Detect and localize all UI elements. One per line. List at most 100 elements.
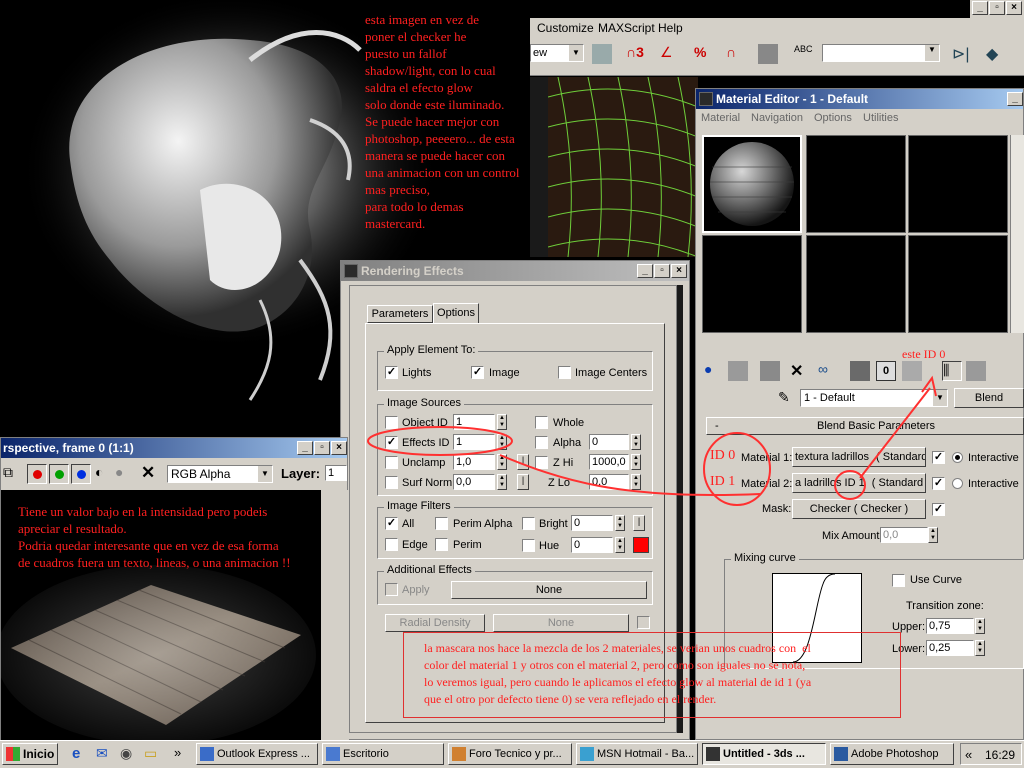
close-button[interactable]: ×	[671, 264, 687, 278]
get-material-icon[interactable]: ●	[704, 361, 724, 381]
ie-icon[interactable]: e	[72, 745, 92, 765]
task-escritorio[interactable]: Escritorio	[322, 743, 444, 765]
material-editor-titlebar[interactable]: Material Editor - 1 - Default	[696, 89, 1023, 109]
put-to-scene-icon[interactable]	[728, 361, 748, 381]
effects-id-checkbox[interactable]: ✓	[385, 436, 398, 449]
unclamp-spinner[interactable]: ▲ ▼	[497, 454, 507, 470]
mask-enable-checkbox[interactable]: ✓	[932, 503, 945, 516]
radial-density-button[interactable]: Radial Density	[385, 614, 485, 632]
slot-scrollbar[interactable]	[1010, 135, 1024, 333]
minimize-button[interactable]: _	[637, 264, 653, 278]
task-outlook[interactable]: Outlook Express ...	[196, 743, 318, 765]
unclamp-pick-button[interactable]: |	[517, 454, 529, 470]
mask-button[interactable]: Checker ( Checker )	[792, 499, 926, 519]
tab-parameters[interactable]: Parameters	[367, 305, 433, 323]
hue-checkbox[interactable]	[522, 539, 535, 552]
radial-checkbox[interactable]	[637, 616, 650, 629]
menu-material[interactable]: Material	[701, 112, 740, 124]
material1-enable-checkbox[interactable]: ✓	[932, 451, 945, 464]
object-id-field[interactable]: 1	[453, 414, 495, 430]
mirror-icon[interactable]: ⊳|	[952, 44, 972, 64]
sample-slot-3[interactable]	[908, 135, 1008, 233]
quicklaunch-chevron[interactable]: »	[174, 745, 181, 760]
tray-chevron[interactable]: «	[965, 747, 972, 762]
zhi-spinner[interactable]: ▲ ▼	[631, 454, 641, 470]
apply-checkbox[interactable]	[385, 583, 398, 596]
go-sibling-icon[interactable]	[966, 361, 986, 381]
maximize-button[interactable]: ▫	[314, 441, 330, 455]
alpha-checkbox[interactable]	[535, 436, 548, 449]
pick-material-icon[interactable]: ✎	[778, 389, 798, 409]
spinner-snap-icon[interactable]: ∩	[726, 44, 746, 64]
effects-id-field[interactable]: 1	[453, 434, 495, 450]
object-id-checkbox[interactable]	[385, 416, 398, 429]
close-button[interactable]: ×	[331, 441, 347, 455]
bright-pick-button[interactable]: |	[633, 515, 645, 531]
snap-3-icon[interactable]: ∩3	[626, 44, 646, 64]
align-icon[interactable]: ◆	[986, 44, 1006, 64]
material2-button[interactable]: a ladrillos ID 1 ( Standard )	[792, 473, 926, 493]
mono-icon[interactable]: ●	[115, 464, 135, 484]
material2-enable-checkbox[interactable]: ✓	[932, 477, 945, 490]
perim-checkbox[interactable]	[435, 538, 448, 551]
lower-field[interactable]: 0,25	[926, 640, 974, 656]
clear-icon[interactable]: ✕	[141, 463, 161, 483]
show-map-icon[interactable]	[902, 361, 922, 381]
minimize-button[interactable]: _	[1007, 92, 1023, 106]
alpha-spinner[interactable]: ▲ ▼	[631, 434, 641, 450]
outlook-icon[interactable]: ✉	[96, 745, 116, 765]
object-id-spinner[interactable]: ▲ ▼	[497, 414, 507, 430]
tab-options[interactable]: Options	[433, 303, 479, 323]
folder-icon[interactable]: ▭	[144, 745, 164, 765]
material1-button[interactable]: textura ladrillos ( Standard )	[792, 447, 926, 467]
alpha-field[interactable]: 0	[589, 434, 629, 450]
bright-checkbox[interactable]	[522, 517, 535, 530]
start-button[interactable]: Inicio	[2, 743, 58, 765]
surf-norm-field[interactable]: 0,0	[453, 474, 495, 490]
maximize-button[interactable]: ▫	[654, 264, 670, 278]
zlo-spinner[interactable]: ▲ ▼	[631, 474, 641, 490]
named-selection-icon[interactable]	[758, 44, 778, 64]
zhi-checkbox[interactable]	[535, 456, 548, 469]
frame-window-titlebar[interactable]: rspective, frame 0 (1:1)	[1, 438, 347, 458]
mix-amount-spinner[interactable]: ▲ ▼	[928, 527, 938, 543]
edit-named-icon[interactable]: ABC	[794, 44, 814, 64]
lights-checkbox[interactable]: ✓	[385, 366, 398, 379]
viewport-wireframe[interactable]	[548, 77, 698, 257]
menu-help[interactable]: Help	[658, 21, 683, 35]
menu-options[interactable]: Options	[814, 112, 852, 124]
go-parent-icon[interactable]: ⫼	[942, 361, 962, 381]
channel-dropdown[interactable]: RGB Alpha ▼	[167, 465, 273, 483]
red-channel-button[interactable]	[27, 464, 47, 484]
hue-color-swatch[interactable]	[633, 537, 649, 553]
lower-spinner[interactable]: ▲ ▼	[975, 640, 985, 656]
material-effects-channel-icon[interactable]: 0	[876, 361, 896, 381]
bright-field[interactable]: 0	[571, 515, 613, 531]
task-3dsmax[interactable]: Untitled - 3ds ...	[702, 743, 826, 765]
upper-field[interactable]: 0,75	[926, 618, 974, 634]
task-foro[interactable]: Foro Tecnico y pr...	[448, 743, 572, 765]
unclamp-field[interactable]: 1,0	[453, 454, 495, 470]
perim-alpha-checkbox[interactable]	[435, 517, 448, 530]
percent-snap-icon[interactable]: %	[694, 44, 714, 64]
interactive-radio-2[interactable]	[952, 478, 963, 489]
zhi-field[interactable]: 1000,0	[589, 454, 629, 470]
zlo-field[interactable]: 0,0	[589, 474, 629, 490]
sample-slot-2[interactable]	[806, 135, 906, 233]
image-checkbox[interactable]: ✓	[471, 366, 484, 379]
menu-customize[interactable]: Customize	[537, 21, 594, 35]
restore-button[interactable]: ▫	[989, 1, 1005, 15]
mix-amount-field[interactable]: 0,0	[880, 527, 928, 543]
menu-utilities[interactable]: Utilities	[863, 112, 898, 124]
frame-scrollbar[interactable]	[321, 490, 349, 740]
reset-icon[interactable]: ✕	[790, 361, 810, 381]
sample-slot-5[interactable]	[806, 235, 906, 333]
sample-slot-6[interactable]	[908, 235, 1008, 333]
radial-none-button[interactable]: None	[493, 614, 629, 632]
named-selection-dropdown[interactable]: ▼	[822, 44, 940, 62]
hue-field[interactable]: 0	[571, 537, 613, 553]
material-name-dropdown[interactable]: 1 - Default ▼	[800, 389, 948, 407]
put-to-library-icon[interactable]	[850, 361, 870, 381]
alpha-channel-icon[interactable]: ◐	[95, 464, 115, 484]
interactive-radio-1[interactable]	[952, 452, 963, 463]
